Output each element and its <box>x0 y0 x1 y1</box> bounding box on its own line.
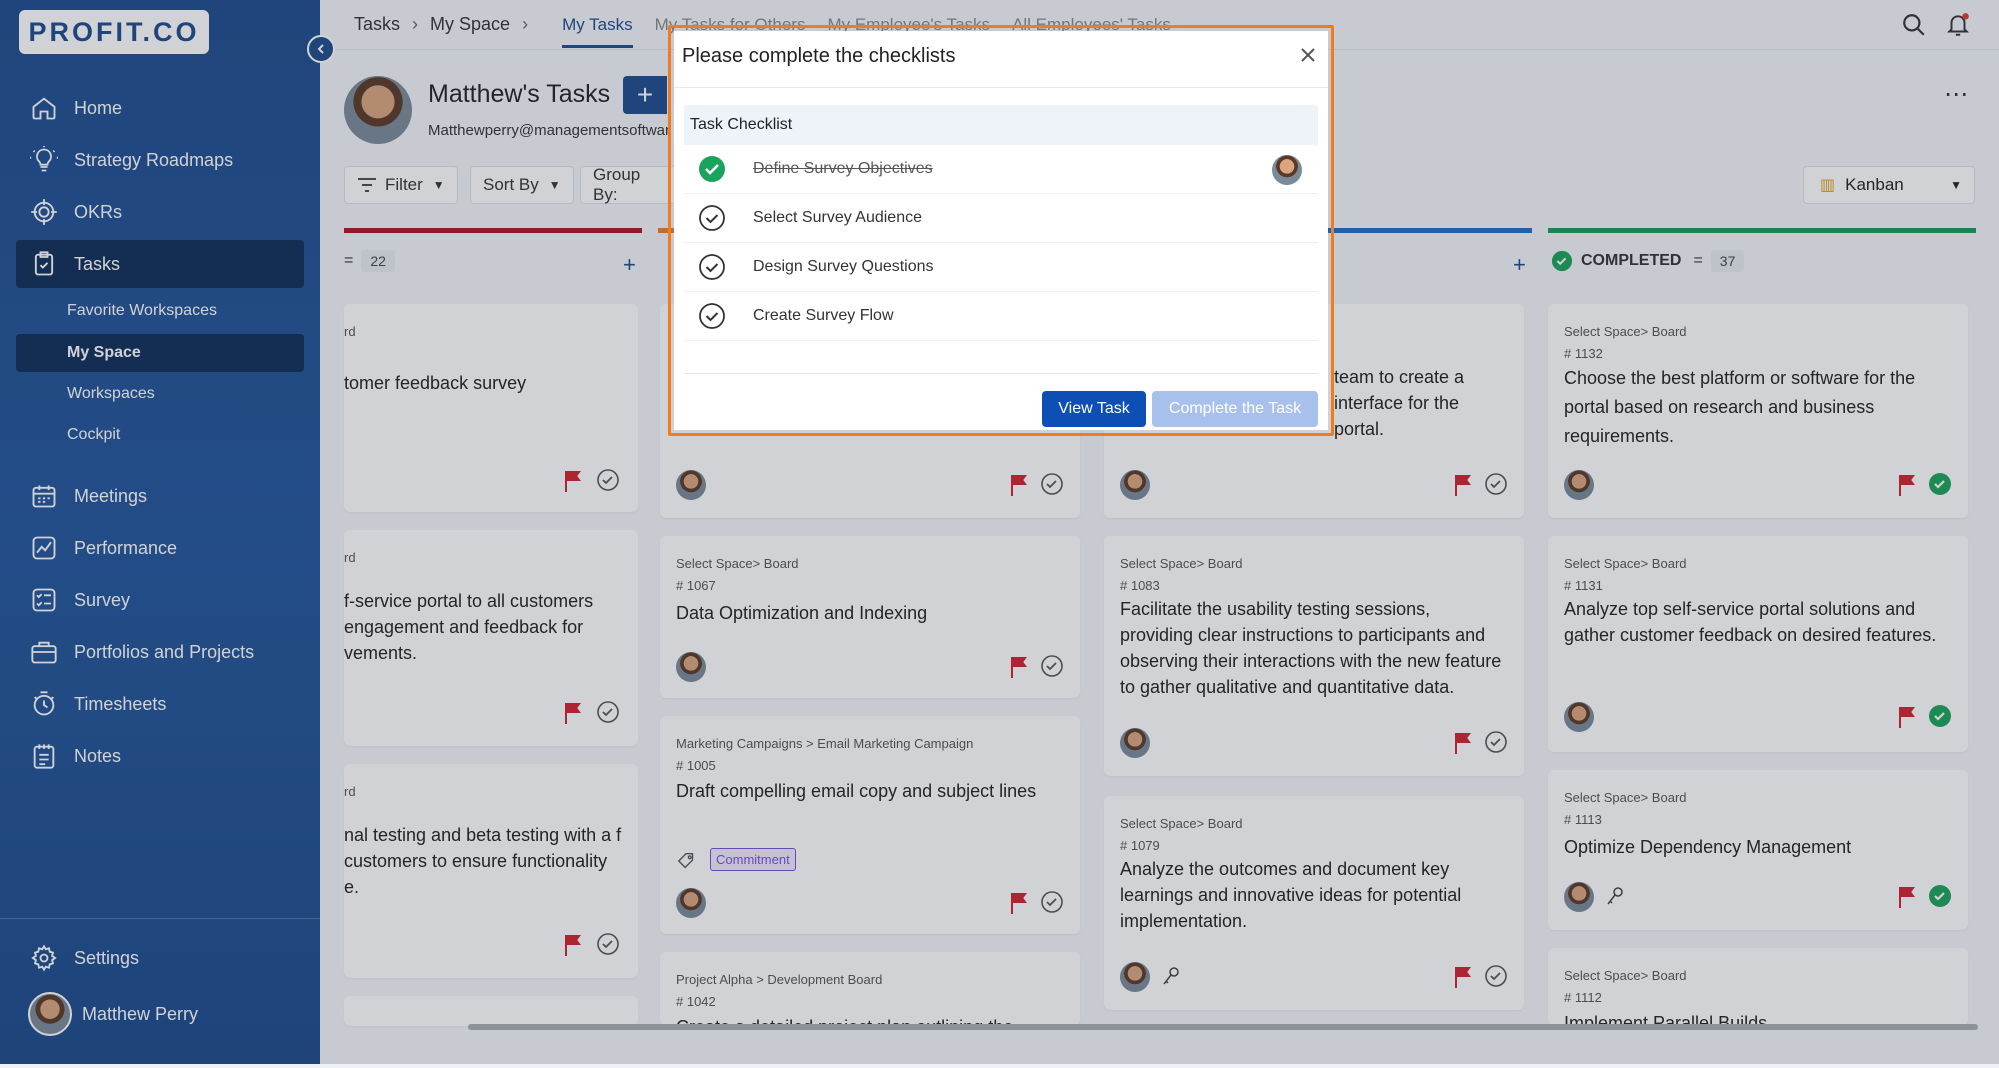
view-task-button[interactable]: View Task <box>1042 391 1146 427</box>
check-circle-outline-icon[interactable] <box>698 253 726 281</box>
checklist-item[interactable]: Design Survey Questions <box>684 243 1318 292</box>
divider <box>684 373 1318 374</box>
complete-task-button[interactable]: Complete the Task <box>1152 391 1318 427</box>
checklist-modal: Please complete the checklists Task Chec… <box>674 31 1328 430</box>
checklist-item-label: Create Survey Flow <box>753 307 894 324</box>
checklist-header: Task Checklist <box>684 105 1318 145</box>
checklist-item-label: Select Survey Audience <box>753 209 922 226</box>
checklist-item[interactable]: Create Survey Flow <box>684 292 1318 341</box>
check-circle-outline-icon[interactable] <box>698 302 726 330</box>
close-icon[interactable] <box>1298 45 1318 65</box>
check-circle-outline-icon[interactable] <box>698 204 726 232</box>
divider <box>674 87 1328 88</box>
checklist-item-label: Define Survey Objectives <box>753 160 933 177</box>
checklist-item-label: Design Survey Questions <box>753 258 934 275</box>
check-circle-filled-icon[interactable] <box>698 155 726 183</box>
assignee-avatar <box>1272 155 1302 185</box>
modal-title: Please complete the checklists <box>682 45 956 67</box>
checklist-item[interactable]: Define Survey Objectives <box>684 145 1318 194</box>
checklist-item[interactable]: Select Survey Audience <box>684 194 1318 243</box>
